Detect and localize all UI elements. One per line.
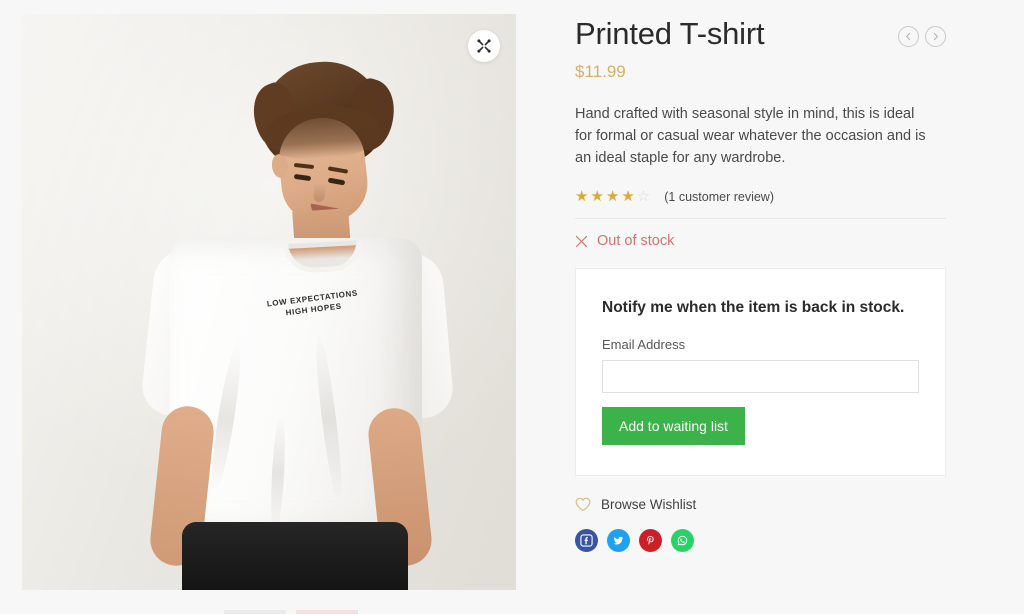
rating-row: ★★★★☆ (1 customer review) [575,189,946,204]
customer-review-link[interactable]: (1 customer review) [664,190,774,204]
thumbnail-strip [44,610,538,614]
thumbnail-1-image [224,610,286,614]
pinterest-icon[interactable] [639,529,662,552]
notify-heading: Notify me when the item is back in stock… [602,299,905,316]
close-icon[interactable] [468,30,500,62]
email-field-label: Email Address [602,337,686,352]
model-trousers [182,522,408,590]
divider [575,218,946,219]
stars-empty: ☆ [636,188,653,205]
add-to-waiting-list-button[interactable]: Add to waiting list [602,407,745,445]
twitter-icon[interactable] [607,529,630,552]
stars-filled: ★★★★ [575,188,637,205]
page-title: Printed T-shirt [575,16,765,51]
stock-status-label: Out of stock [597,233,675,249]
product-gallery: LOW EXPECTATIONS HIGH HOPES [22,14,516,614]
heart-icon [575,497,591,511]
back-in-stock-form: Notify me when the item is back in stock… [575,268,946,476]
email-field[interactable] [602,360,919,393]
thumbnail-2[interactable] [296,610,358,614]
thumbnail-1[interactable] [224,610,286,614]
product-summary: Printed T-shirt $11.99 Hand crafted with… [575,14,946,552]
product-page: LOW EXPECTATIONS HIGH HOPES Printed T-sh… [0,0,1024,614]
x-icon [575,235,588,247]
status-badge: Out of stock [575,233,946,249]
chevron-right-icon[interactable] [925,26,946,47]
facebook-icon[interactable] [575,529,598,552]
share-buttons [575,529,946,552]
chevron-left-icon[interactable] [898,26,919,47]
product-price: $11.99 [575,62,626,81]
title-row: Printed T-shirt [575,14,946,54]
product-main-image[interactable]: LOW EXPECTATIONS HIGH HOPES [22,14,516,590]
product-nav [898,14,946,47]
star-rating[interactable]: ★★★★☆ [575,189,652,204]
product-description: Hand crafted with seasonal style in mind… [575,106,926,166]
whatsapp-icon[interactable] [671,529,694,552]
thumbnail-2-image [296,610,358,614]
browse-wishlist-link[interactable]: Browse Wishlist [575,497,696,512]
browse-wishlist-label: Browse Wishlist [601,497,697,512]
